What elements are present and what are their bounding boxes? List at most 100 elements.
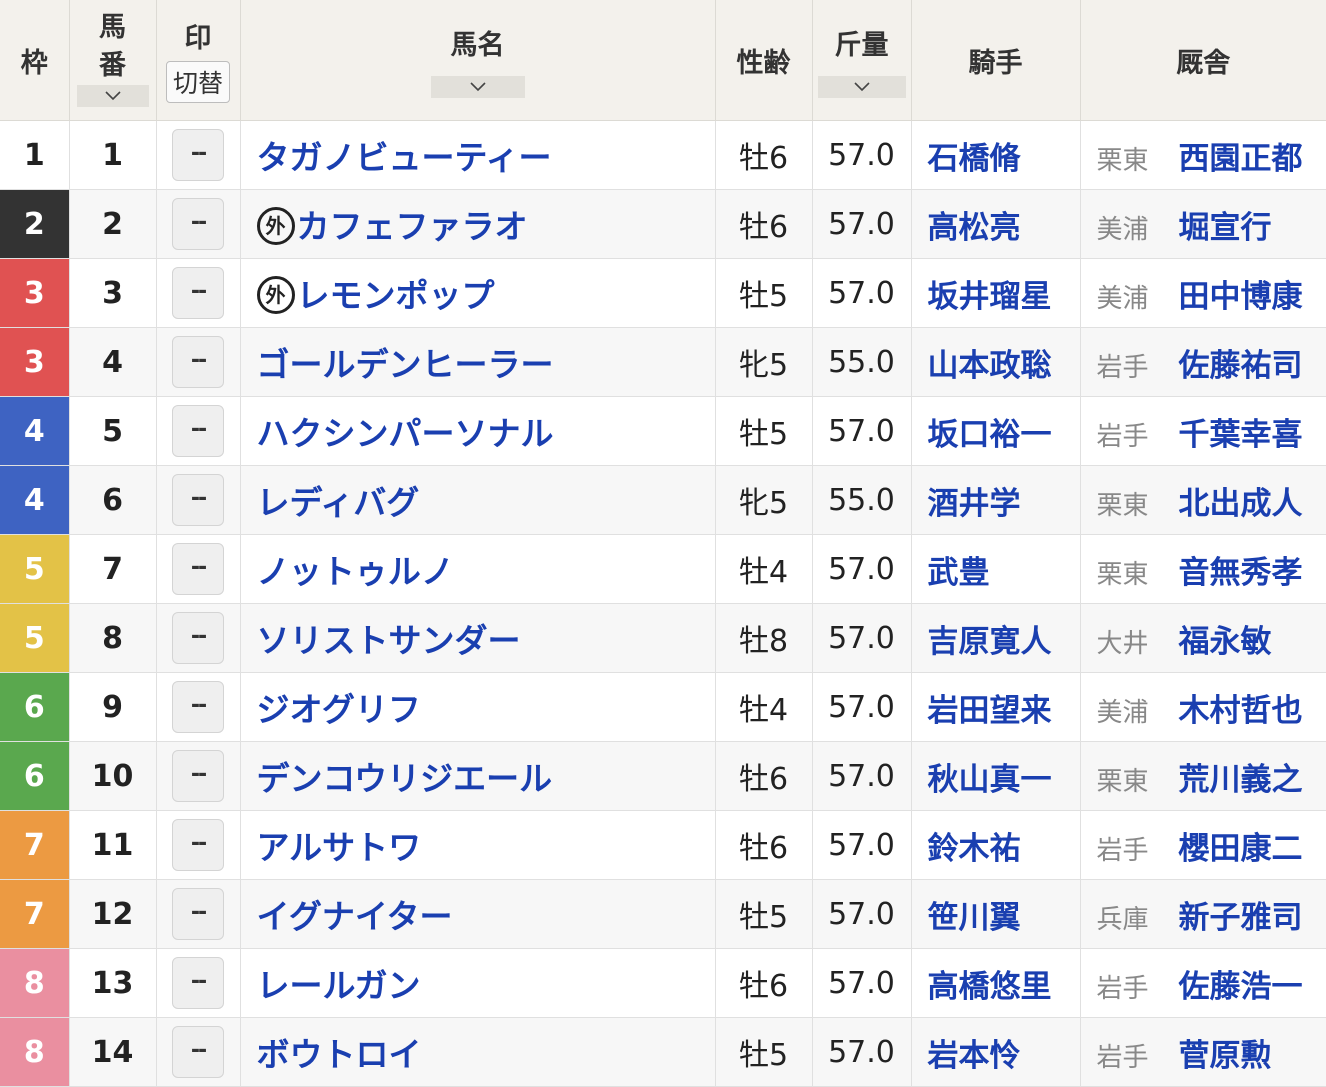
chevron-down-icon	[104, 91, 121, 101]
jockey-link[interactable]: 秋山真一	[928, 762, 1052, 798]
sort-weight-button[interactable]	[817, 75, 906, 98]
trainer-link[interactable]: 堀宣行	[1179, 210, 1272, 246]
mark-button[interactable]: --	[172, 336, 224, 388]
waku-number: 8	[23, 1034, 45, 1070]
trainer-link[interactable]: 田中博康	[1179, 279, 1303, 315]
trainer-link[interactable]: 木村哲也	[1179, 693, 1303, 729]
sort-name-button[interactable]	[430, 75, 525, 98]
jockey-link[interactable]: 岩本怜	[928, 1038, 1021, 1074]
horse-name-link[interactable]: ゴールデンヒーラー	[257, 345, 554, 384]
mark-button[interactable]: --	[172, 819, 224, 871]
trainer-link[interactable]: 音無秀孝	[1179, 555, 1303, 591]
trainer-link[interactable]: 佐藤浩一	[1179, 969, 1303, 1005]
mark-button[interactable]: --	[172, 888, 224, 940]
mark-cell: --	[156, 258, 241, 328]
horse-name-link[interactable]: イグナイター	[257, 897, 453, 936]
sex-age-value: 牡6	[738, 831, 789, 866]
jockey-link[interactable]: 武豊	[928, 555, 990, 591]
mark-button[interactable]: --	[172, 750, 224, 802]
mark-button[interactable]: --	[172, 198, 224, 250]
header-name-label: 馬名	[450, 29, 505, 61]
horse-name-link[interactable]: タガノビューティー	[257, 138, 552, 177]
jockey-link[interactable]: 鈴木祐	[928, 831, 1021, 867]
stable-cell: 美浦 木村哲也	[1080, 672, 1326, 742]
weight-value: 57.0	[828, 275, 895, 311]
horse-name-link[interactable]: ボウトロイ	[257, 1035, 422, 1074]
stable-cell: 兵庫 新子雅司	[1080, 879, 1326, 949]
horse-name-link[interactable]: ソリストサンダー	[257, 621, 521, 660]
umaban-number: 10	[91, 758, 134, 794]
table-row: 5 8 -- ソリストサンダー 牡8 57.0 吉原寛人 大井 福永敏	[0, 603, 1326, 673]
jockey-link[interactable]: 高橋悠里	[928, 969, 1052, 1005]
horse-name-link[interactable]: レディバグ	[257, 483, 420, 522]
jockey-link[interactable]: 岩田望来	[928, 693, 1052, 729]
horse-name-link[interactable]: ジオグリフ	[257, 690, 421, 729]
header-umaban-label-2: 番	[99, 50, 126, 81]
waku-number: 5	[23, 551, 45, 587]
mark-button[interactable]: --	[172, 129, 224, 181]
horse-name-link[interactable]: ハクシンパーソナル	[257, 414, 554, 453]
sex-age-cell: 牡4	[715, 672, 813, 742]
stable-area: 兵庫	[1096, 904, 1149, 935]
weight-value: 57.0	[828, 827, 895, 863]
mark-button[interactable]: --	[172, 957, 224, 1009]
sex-age-cell: 牡4	[715, 534, 813, 604]
umaban-number: 1	[102, 137, 123, 173]
weight-value: 57.0	[828, 620, 895, 656]
mark-cell: --	[156, 741, 241, 811]
jockey-cell: 石橋脩	[911, 120, 1081, 190]
horse-name-link[interactable]: レールガン	[257, 966, 421, 1005]
horse-name-cell: レールガン	[240, 948, 716, 1018]
waku-cell: 2	[0, 189, 70, 259]
mark-button[interactable]: --	[172, 405, 224, 457]
jockey-link[interactable]: 坂口裕一	[928, 417, 1052, 453]
stable-cell: 栗東 北出成人	[1080, 465, 1326, 535]
trainer-link[interactable]: 千葉幸喜	[1179, 417, 1303, 453]
weight-value: 57.0	[828, 206, 895, 242]
umaban-number: 8	[102, 620, 123, 656]
umaban-cell: 9	[69, 672, 157, 742]
horse-name-link[interactable]: デンコウリジエール	[257, 759, 553, 798]
trainer-link[interactable]: 佐藤祐司	[1179, 348, 1303, 384]
weight-cell: 57.0	[812, 258, 912, 328]
mark-button[interactable]: --	[172, 474, 224, 526]
mark-button[interactable]: --	[172, 543, 224, 595]
trainer-link[interactable]: 櫻田康二	[1179, 831, 1303, 867]
jockey-link[interactable]: 吉原寛人	[928, 624, 1052, 660]
jockey-link[interactable]: 笹川翼	[928, 900, 1021, 936]
table-row: 3 4 -- ゴールデンヒーラー 牝5 55.0 山本政聡 岩手 佐藤祐司	[0, 327, 1326, 397]
trainer-link[interactable]: 西園正都	[1179, 141, 1303, 177]
trainer-link[interactable]: 菅原勲	[1179, 1038, 1272, 1074]
mark-button[interactable]: --	[172, 1026, 224, 1078]
jockey-link[interactable]: 酒井学	[928, 486, 1021, 522]
sort-umaban-button[interactable]	[76, 85, 149, 107]
mark-button[interactable]: --	[172, 267, 224, 319]
jockey-link[interactable]: 坂井瑠星	[928, 279, 1052, 315]
umaban-cell: 5	[69, 396, 157, 466]
chevron-down-icon	[853, 81, 870, 91]
umaban-cell: 7	[69, 534, 157, 604]
jockey-link[interactable]: 高松亮	[928, 210, 1021, 246]
jockey-link[interactable]: 山本政聡	[928, 348, 1052, 384]
trainer-link[interactable]: 新子雅司	[1179, 900, 1303, 936]
mark-button[interactable]: --	[172, 681, 224, 733]
jockey-link[interactable]: 石橋脩	[928, 141, 1021, 177]
trainer-link[interactable]: 荒川義之	[1179, 762, 1303, 798]
horse-name-link[interactable]: レモンポップ	[297, 276, 495, 315]
horse-name-link[interactable]: アルサトワ	[257, 828, 422, 867]
stable-area: 美浦	[1096, 283, 1149, 314]
weight-value: 57.0	[828, 965, 895, 1001]
sex-age-cell: 牡5	[715, 258, 813, 328]
trainer-link[interactable]: 福永敏	[1179, 624, 1272, 660]
trainer-link[interactable]: 北出成人	[1179, 486, 1303, 522]
horse-name-link[interactable]: ノットゥルノ	[257, 552, 454, 591]
horse-name-link[interactable]: カフェファラオ	[297, 207, 528, 246]
waku-number: 7	[23, 896, 45, 932]
weight-cell: 57.0	[812, 879, 912, 949]
sex-age-value: 牡8	[738, 624, 789, 659]
foreign-horse-icon: 外	[256, 207, 295, 246]
mark-toggle-button[interactable]: 切替	[165, 60, 230, 103]
weight-cell: 57.0	[812, 672, 912, 742]
stable-area: 栗東	[1096, 490, 1149, 521]
mark-button[interactable]: --	[172, 612, 224, 664]
